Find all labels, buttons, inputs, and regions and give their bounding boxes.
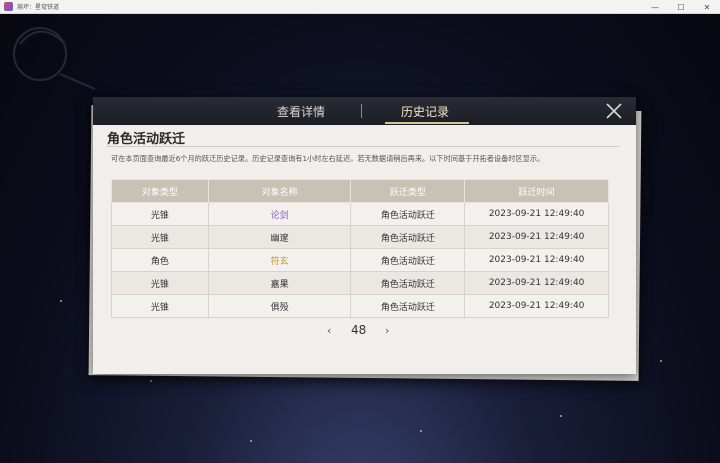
cell-object-name: 俱殁 — [207, 294, 352, 318]
close-window-button[interactable]: ✕ — [694, 0, 720, 14]
app-icon — [4, 2, 13, 11]
cell-warp-type: 角色活动跃迁 — [350, 225, 466, 249]
cell-object-type: 光锥 — [111, 294, 209, 318]
close-x-icon — [606, 103, 622, 119]
header-object-name: 对象名称 — [207, 179, 352, 203]
star-sparkle — [250, 440, 252, 442]
history-table: 对象类型 对象名称 跃迁类型 跃迁时间 光锥 论剑 角色活动跃迁 2023-09… — [111, 179, 609, 318]
table-row: 角色 符玄 角色活动跃迁 2023-09-21 12:49:40 — [111, 248, 609, 272]
cell-object-type: 光锥 — [111, 202, 209, 226]
star-sparkle — [660, 360, 662, 362]
cell-object-type: 角色 — [111, 248, 209, 272]
window-controls: — ☐ ✕ — [642, 0, 720, 14]
prev-page-chevron-icon[interactable]: ‹ — [327, 324, 331, 337]
history-panel: 查看详情 历史记录 角色活动跃迁 可在本页面查询最近6个月的跃迁历史记录。历史记… — [93, 97, 636, 374]
header-object-type: 对象类型 — [111, 179, 209, 203]
background-doodle-icon — [13, 27, 96, 90]
maximize-button[interactable]: ☐ — [668, 0, 694, 14]
tab-divider — [361, 104, 362, 118]
cell-warp-type: 角色活动跃迁 — [350, 248, 466, 272]
table-row: 光锥 俱殁 角色活动跃迁 2023-09-21 12:49:40 — [111, 294, 609, 318]
star-sparkle — [60, 300, 62, 302]
table-row: 光锥 嘉果 角色活动跃迁 2023-09-21 12:49:40 — [111, 271, 609, 295]
star-sparkle — [420, 430, 422, 432]
pagination: ‹ 48 › — [93, 323, 636, 339]
section-title: 角色活动跃迁 — [107, 132, 186, 147]
header-warp-type: 跃迁类型 — [350, 179, 466, 203]
window-titlebar: 崩坏：星穹铁道 — ☐ ✕ — [0, 0, 720, 14]
table-row: 光锥 幽邃 角色活动跃迁 2023-09-21 12:49:40 — [111, 225, 609, 249]
cell-object-type: 光锥 — [111, 271, 209, 295]
cell-warp-time: 2023-09-21 12:49:40 — [464, 202, 609, 226]
cell-object-name: 符玄 — [207, 248, 352, 272]
cell-warp-time: 2023-09-21 12:49:40 — [464, 248, 609, 272]
tab-history[interactable]: 历史记录 — [401, 103, 449, 120]
header-warp-time: 跃迁时间 — [464, 179, 609, 203]
description-text: 可在本页面查询最近6个月的跃迁历史记录。历史记录查询有1小时左右延迟，若无数据请… — [111, 154, 545, 163]
title-divider — [107, 146, 619, 147]
tab-view-details[interactable]: 查看详情 — [277, 103, 325, 120]
cell-warp-type: 角色活动跃迁 — [350, 294, 466, 318]
table-row: 光锥 论剑 角色活动跃迁 2023-09-21 12:49:40 — [111, 202, 609, 226]
active-tab-indicator — [385, 122, 469, 124]
cell-object-name: 嘉果 — [207, 271, 352, 295]
next-page-chevron-icon[interactable]: › — [385, 324, 389, 337]
panel-header: 查看详情 历史记录 — [93, 97, 636, 125]
cell-warp-type: 角色活动跃迁 — [350, 271, 466, 295]
cell-object-name: 幽邃 — [207, 225, 352, 249]
minimize-button[interactable]: — — [642, 0, 668, 14]
table-header-row: 对象类型 对象名称 跃迁类型 跃迁时间 — [111, 179, 609, 203]
cell-warp-time: 2023-09-21 12:49:40 — [464, 225, 609, 249]
cell-warp-time: 2023-09-21 12:49:40 — [464, 294, 609, 318]
star-sparkle — [560, 415, 562, 417]
cell-object-type: 光锥 — [111, 225, 209, 249]
star-sparkle — [150, 380, 152, 382]
cell-warp-type: 角色活动跃迁 — [350, 202, 466, 226]
close-panel-button[interactable] — [604, 101, 624, 121]
cell-object-name: 论剑 — [207, 202, 352, 226]
window-title: 崩坏：星穹铁道 — [17, 4, 60, 11]
page-number: 48 — [351, 323, 367, 337]
cell-warp-time: 2023-09-21 12:49:40 — [464, 271, 609, 295]
